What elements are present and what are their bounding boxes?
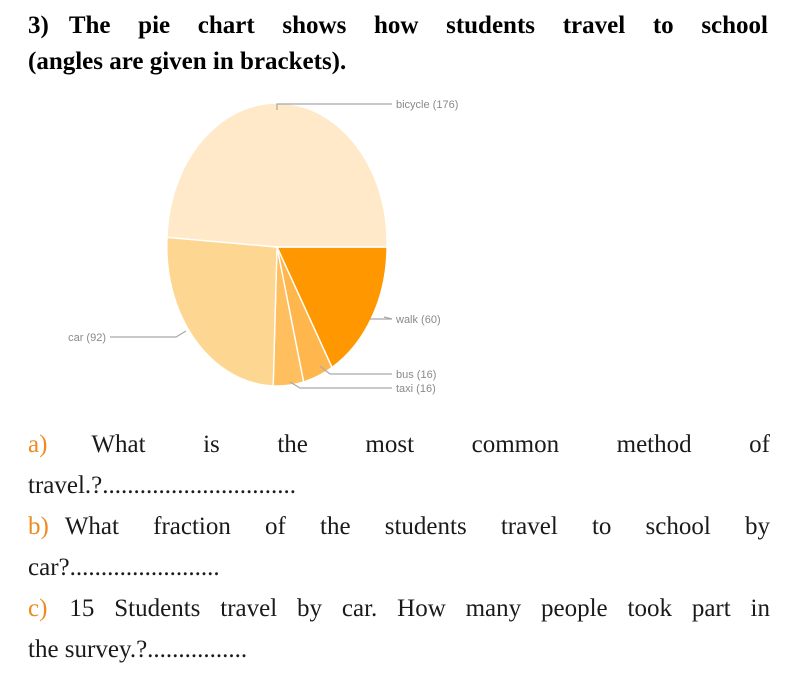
question-a-line-1: a) What is the most common method of [28, 424, 770, 465]
pie-label-bus: bus (16) [396, 369, 436, 381]
pie-slice-car [166, 236, 278, 387]
question-a-text: What is the most common method of [91, 431, 770, 458]
question-c-marker: c) [28, 595, 48, 622]
heading-line-1: 3) The pie chart shows how students trave… [28, 8, 768, 44]
question-b-text: What fraction of the students travel to … [64, 513, 770, 540]
question-item-b: b) What fraction of the students travel t… [28, 506, 770, 588]
question-c-line-2: the survey.?................ [28, 636, 248, 663]
pie-label-walk: walk (60) [395, 314, 441, 326]
pie-label-car: car (92) [68, 332, 106, 344]
question-item-c: c) 15 Students travel by car. How many pe… [28, 588, 770, 670]
leader-line-car [110, 330, 187, 338]
pie-slice-bicycle [166, 102, 388, 248]
question-number: 3) [28, 12, 49, 39]
heading-line-2: (angles are given in brackets). [28, 48, 347, 75]
question-c-text: 15 Students travel by car. How many peop… [69, 595, 770, 622]
question-a-marker: a) [28, 431, 48, 458]
question-a-line-2: travel.?............................... [28, 472, 297, 499]
question-c-line-1: c) 15 Students travel by car. How many pe… [28, 588, 770, 629]
question-b-marker: b) [28, 513, 49, 540]
page-title: 3) The pie chart shows how students trave… [28, 8, 768, 80]
pie-chart-svg: bicycle (176) walk (60) bus (16) taxi (1… [68, 99, 458, 395]
pie-label-taxi: taxi (16) [396, 383, 436, 395]
pie-chart: bicycle (176) walk (60) bus (16) taxi (1… [0, 86, 794, 416]
question-item-a: a) What is the most common method of trav… [28, 424, 770, 506]
pie-label-bicycle: bicycle (176) [396, 99, 458, 111]
question-b-line-2: car?........................ [28, 554, 220, 581]
heading-text-1: The pie chart shows how students travel … [68, 12, 768, 39]
question-list: a) What is the most common method of trav… [28, 424, 770, 670]
question-b-line-1: b) What fraction of the students travel t… [28, 506, 770, 547]
leader-line-taxi [289, 381, 392, 389]
